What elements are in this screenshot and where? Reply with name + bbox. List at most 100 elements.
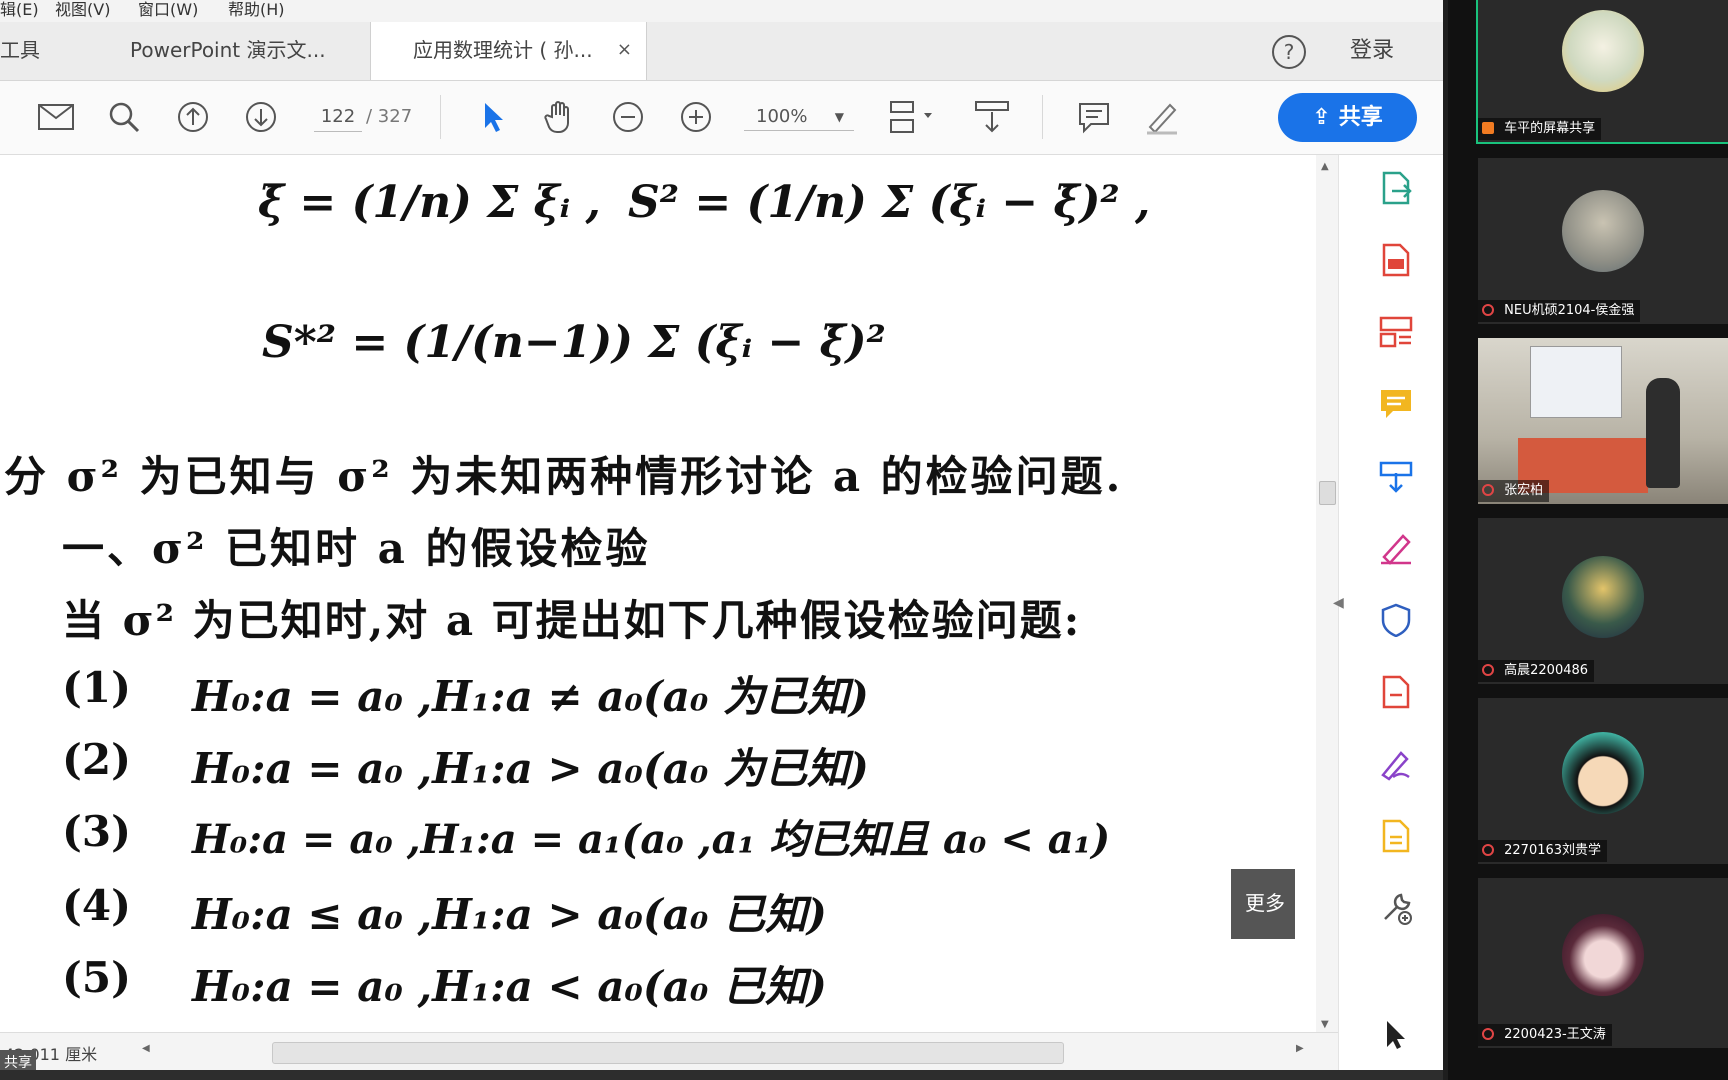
scroll-left-icon[interactable]: ◀ — [142, 1043, 150, 1054]
section-title: 一、σ² 已知时 a 的假设检验 — [62, 524, 651, 573]
bottom-strip — [0, 1070, 1443, 1080]
comment-icon[interactable] — [1074, 99, 1114, 135]
scroll-up-icon[interactable]: ▲ — [1321, 161, 1329, 172]
sidebar-expand-icon[interactable] — [1379, 1017, 1413, 1051]
create-pdf-icon[interactable] — [1379, 243, 1413, 277]
participant-tile[interactable]: 高晨2200486 — [1478, 518, 1728, 684]
more-tools-wrench-icon[interactable] — [1379, 891, 1413, 925]
item-text: H₀:a = a₀ ,H₁:a > a₀(a₀ 为已知) — [192, 744, 869, 793]
highlight-pen-icon[interactable] — [1142, 99, 1182, 135]
menu-window[interactable]: 窗口(W) — [138, 0, 198, 20]
participant-tile[interactable]: 张宏柏 — [1478, 338, 1728, 504]
close-tab-icon[interactable]: × — [617, 22, 632, 78]
search-icon[interactable] — [104, 99, 144, 135]
tab-powerpoint-label: PowerPoint 演示文... — [130, 38, 326, 62]
menu-edit[interactable]: 辑(E) — [0, 0, 39, 20]
mic-muted-icon — [1482, 484, 1494, 496]
vertical-scroll-thumb[interactable] — [1319, 481, 1336, 505]
next-page-icon[interactable] — [241, 99, 281, 135]
participant-name: 2200423-王文涛 — [1504, 1027, 1606, 1042]
participant-name-tag: 车平的屏幕共享 — [1478, 118, 1602, 140]
tab-tools-label: 工具 — [0, 38, 40, 62]
item-number: (4) — [62, 881, 131, 930]
zoom-in-icon[interactable] — [676, 99, 716, 135]
participant-name: 高晨2200486 — [1504, 663, 1589, 678]
zoom-select[interactable]: 100% ▼ — [744, 103, 854, 131]
menu-view[interactable]: 视图(V) — [55, 0, 110, 20]
item-number: (3) — [62, 807, 131, 856]
comment-tool-icon[interactable] — [1379, 387, 1413, 421]
menu-bar: 辑(E) 视图(V) 窗口(W) 帮助(H) — [0, 0, 1443, 22]
item-number: (1) — [62, 663, 131, 712]
vertical-scrollbar[interactable]: ▲ ▼ — [1316, 155, 1338, 1032]
send-for-signature-icon[interactable] — [1379, 747, 1413, 781]
participant-tile[interactable]: 2270163刘贵学 — [1478, 698, 1728, 864]
formula-mean: ξ̄ = (1/n) Σ ξᵢ , — [258, 177, 601, 228]
help-icon[interactable]: ? — [1272, 35, 1306, 69]
camera-video — [1530, 346, 1622, 418]
compress-pdf-icon[interactable] — [1379, 675, 1413, 709]
item-text: H₀:a = a₀ ,H₁:a ≠ a₀(a₀ 为已知) — [192, 672, 869, 721]
tab-active-document[interactable]: 应用数理统计 ( 孙... × — [370, 22, 647, 80]
menu-help[interactable]: 帮助(H) — [228, 0, 285, 20]
participant-name: 张宏柏 — [1504, 483, 1544, 498]
participant-tile[interactable]: NEU机硕2104-侯金强 — [1478, 158, 1728, 324]
page-total: / 327 — [366, 106, 413, 127]
participant-name: 车平的屏幕共享 — [1504, 121, 1596, 136]
participant-name-tag: 2270163刘贵学 — [1478, 840, 1608, 862]
login-link[interactable]: 登录 — [1350, 22, 1394, 80]
toolbar: 122 / 327 100% ▼ — [0, 81, 1443, 155]
tab-bar: 工具 PowerPoint 演示文... 应用数理统计 ( 孙... × ? 登… — [0, 22, 1443, 81]
share-button-label: 共享 — [1338, 105, 1383, 130]
participant-name-tag: 张宏柏 — [1478, 480, 1550, 502]
tools-sidebar: ◀ — [1333, 155, 1443, 1080]
participant-name-tag: 高晨2200486 — [1478, 660, 1595, 682]
organize-pages-icon[interactable] — [1379, 315, 1413, 349]
horizontal-scrollbar[interactable]: 42.011 厘米 ◀ ▶ — [0, 1032, 1338, 1071]
formula-variance: S² = (1/n) Σ (ξᵢ − ξ̄)² , — [628, 177, 1151, 228]
combine-files-icon[interactable] — [1379, 459, 1413, 493]
tab-document-label: 应用数理统计 ( 孙... — [413, 38, 593, 62]
mic-muted-icon — [1482, 1028, 1494, 1040]
mic-muted-icon — [1482, 304, 1494, 316]
avatar — [1562, 914, 1644, 996]
participant-name-tag: 2200423-王文涛 — [1478, 1024, 1612, 1046]
avatar — [1562, 190, 1644, 272]
toolbar-divider — [1042, 95, 1043, 139]
screen-share-icon — [1482, 122, 1494, 134]
toolbar-divider — [440, 95, 441, 139]
scroll-right-icon[interactable]: ▶ — [1296, 1043, 1304, 1054]
item-number: (2) — [62, 735, 131, 784]
paragraph-intro: 分 σ² 为已知与 σ² 为未知两种情形讨论 a 的检验问题. — [4, 452, 1124, 501]
mic-muted-icon — [1482, 664, 1494, 676]
fill-sign-icon[interactable] — [1379, 531, 1413, 565]
camera-video — [1646, 378, 1680, 488]
export-pdf-icon[interactable] — [1379, 171, 1413, 205]
protect-shield-icon[interactable] — [1379, 603, 1413, 637]
tab-tools[interactable]: 工具 — [0, 22, 90, 80]
hand-tool-icon[interactable] — [540, 99, 580, 135]
zoom-out-icon[interactable] — [608, 99, 648, 135]
participants-panel: 车平的屏幕共享 NEU机硕2104-侯金强 张宏柏 高晨2200486 2270… — [1448, 0, 1728, 1080]
previous-page-icon[interactable] — [173, 99, 213, 135]
avatar — [1562, 10, 1644, 92]
scroll-mode-icon[interactable] — [972, 99, 1012, 135]
participant-tile[interactable]: 车平的屏幕共享 — [1476, 0, 1728, 144]
zoom-value: 100% — [756, 106, 808, 127]
upload-icon: ⇪ — [1312, 105, 1331, 130]
collapse-panel-icon[interactable]: ◀ — [1333, 595, 1344, 611]
scroll-down-icon[interactable]: ▼ — [1321, 1019, 1329, 1030]
page-layout-icon[interactable] — [888, 99, 938, 135]
edit-pdf-icon[interactable] — [1379, 819, 1413, 853]
participant-name-tag: NEU机硕2104-侯金强 — [1478, 300, 1641, 322]
paragraph-hypotheses: 当 σ² 为已知时,对 a 可提出如下几种假设检验问题: — [62, 596, 1082, 645]
horizontal-scroll-thumb[interactable] — [272, 1042, 1064, 1064]
share-button[interactable]: ⇪ 共享 — [1278, 93, 1417, 142]
participant-tile[interactable]: 2200423-王文涛 — [1478, 878, 1728, 1048]
tab-powerpoint[interactable]: PowerPoint 演示文... — [120, 22, 370, 80]
item-text: H₀:a = a₀ ,H₁:a = a₁(a₀ ,a₁ 均已知且 a₀ < a₁… — [192, 816, 1111, 863]
select-cursor-icon[interactable] — [473, 99, 513, 135]
email-icon[interactable] — [36, 99, 76, 135]
page-number-input[interactable]: 122 — [314, 103, 362, 132]
formula-sample-variance: S*² = (1/(n−1)) Σ (ξᵢ − ξ̄)² — [262, 317, 886, 368]
